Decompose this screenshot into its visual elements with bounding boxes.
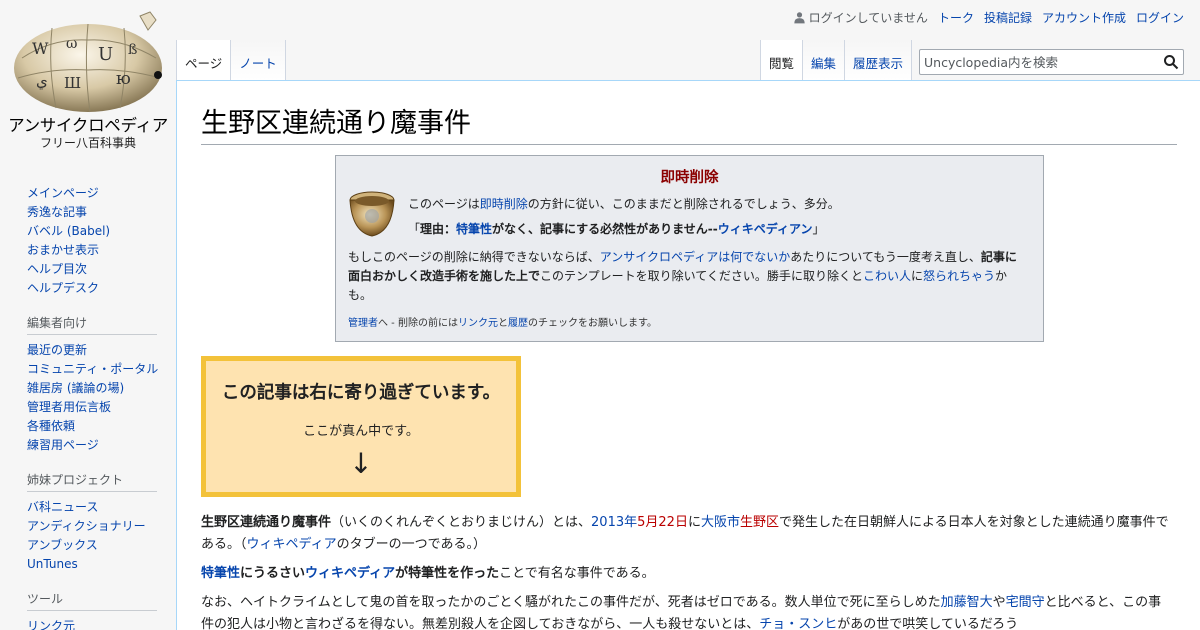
right-leaning-notice: この記事は右に寄り過ぎています。 ここが真ん中です。 ↓ xyxy=(201,356,521,497)
osaka-link[interactable]: 大阪市 xyxy=(701,515,740,530)
svg-text:ي: ي xyxy=(36,72,48,90)
sidebar-item-help-desk[interactable]: ヘルプデスク xyxy=(27,281,99,295)
sidebar-item-help-contents[interactable]: ヘルプ目次 xyxy=(27,262,87,276)
sidebar: メインページ 秀逸な記事 バベル (Babel) おまかせ表示 ヘルプ目次 ヘル… xyxy=(0,176,176,630)
puzzle-globe-logo: W ω U ß ю Ш ي xyxy=(14,11,162,113)
sidebar-item-random[interactable]: おまかせ表示 xyxy=(27,243,99,257)
contributions-link[interactable]: 投稿記録 xyxy=(984,9,1032,26)
tab-edit[interactable]: 編集 xyxy=(803,40,846,80)
sidebar-item-recent-changes[interactable]: 最近の更新 xyxy=(27,343,87,357)
svg-text:U: U xyxy=(98,44,113,65)
deletion-title: 即時削除 xyxy=(660,170,719,186)
year-link[interactable]: 2013年 xyxy=(591,515,637,530)
sidebar-heading-tools: ツール xyxy=(27,590,157,611)
view-tabs: 閲覧 編集 履歴表示 xyxy=(760,40,913,80)
takuma-link[interactable]: 宅間守 xyxy=(1006,595,1045,610)
tab-history[interactable]: 履歴表示 xyxy=(845,40,913,80)
site-logo[interactable]: W ω U ß ю Ш ي アンサイクロペディア フリー八百科事典 xyxy=(0,0,176,160)
wikipedia-link[interactable]: ウィキペディア xyxy=(247,537,337,552)
sidebar-editors: 編集者向け 最近の更新 コミュニティ・ポータル 雑居房 (議論の場) 管理者用伝… xyxy=(0,314,176,455)
tab-page[interactable]: ページ xyxy=(176,40,232,80)
site-tagline: フリー八百科事典 xyxy=(39,136,136,150)
kato-link[interactable]: 加藤智大 xyxy=(941,595,993,610)
notice-title: この記事は右に寄り過ぎています。 xyxy=(221,383,501,403)
sidebar-heading-editors: 編集者向け xyxy=(27,314,157,335)
sidebar-item-what-links-here[interactable]: リンク元 xyxy=(27,619,75,630)
deletion-line-1: このページは即時削除の方針に従い、このままだと削除されるでしょう、多分。 xyxy=(408,197,840,211)
down-arrow-icon: ↓ xyxy=(349,447,373,480)
search-icon[interactable] xyxy=(1163,54,1179,70)
svg-text:Ш: Ш xyxy=(64,74,81,92)
admin-note: 管理者へ - 削除の前にはリンク元と履歴のチェックをお願いします。 xyxy=(348,318,657,329)
sidebar-sister: 姉妹プロジェクト バ科ニュース アンディクショナリー アンブックス UnTune… xyxy=(0,471,176,574)
login-link[interactable]: ログイン xyxy=(1136,9,1184,26)
wikipedia-body-link[interactable]: ウィキペディア xyxy=(305,566,395,581)
sidebar-heading-sister: 姉妹プロジェクト xyxy=(27,471,157,492)
speedy-deletion-box: 即時削除 このページは即時削除の方針に従い、このままだと削除されるでしょう、多分… xyxy=(335,155,1044,342)
cho-seunghui-link[interactable]: チョ・スンヒ xyxy=(759,617,837,630)
sidebar-item-community-portal[interactable]: コミュニティ・ポータル xyxy=(27,362,158,376)
wikipedian-link[interactable]: ウィキペディアン xyxy=(718,222,813,236)
sidebar-item-sandbox[interactable]: 練習用ページ xyxy=(27,438,99,452)
paragraph-comparison: なお、ヘイトクライムとして鬼の首を取ったかのごとく騒がれたこの事件だが、死者はゼ… xyxy=(201,595,1162,630)
history-link[interactable]: 履歴 xyxy=(508,318,528,329)
date-link[interactable]: 5月22日 xyxy=(637,515,688,530)
paragraph-intro: 生野区連続通り魔事件（いくのくれんぞくとおりまじけん）とは、2013年5月22日… xyxy=(201,515,1169,552)
get-scolded-link[interactable]: 怒られちゃう xyxy=(923,269,995,283)
tab-read[interactable]: 閲覧 xyxy=(760,40,804,80)
deletion-line-2: 「理由：特筆性がなく、記事にする必然性がありません--ウィキペディアン」 xyxy=(408,222,825,236)
search-box xyxy=(919,49,1184,75)
notability-body-link[interactable]: 特筆性 xyxy=(201,566,240,581)
sidebar-item-featured[interactable]: 秀逸な記事 xyxy=(27,205,87,219)
ikuno-link[interactable]: 生野区 xyxy=(740,515,779,530)
notability-link[interactable]: 特筆性 xyxy=(456,222,492,236)
svg-text:W: W xyxy=(32,39,49,58)
create-account-link[interactable]: アカウント作成 xyxy=(1042,9,1126,26)
cup-icon xyxy=(349,191,395,237)
speedy-deletion-link[interactable]: 即時削除 xyxy=(480,197,528,211)
sidebar-item-village-pump[interactable]: 雑居房 (議論の場) xyxy=(27,381,124,395)
sidebar-item-untunes[interactable]: UnTunes xyxy=(27,557,78,571)
scary-people-link[interactable]: こわい人 xyxy=(863,269,911,283)
talk-link[interactable]: トーク xyxy=(938,9,974,26)
deletion-paragraph: もしこのページの削除に納得できないならば、アンサイクロペディアは何でないかあたり… xyxy=(348,250,1017,302)
page-title: 生野区連続通り魔事件 xyxy=(201,101,1177,145)
sidebar-item-unnews[interactable]: バ科ニュース xyxy=(27,500,98,514)
sidebar-nav: メインページ 秀逸な記事 バベル (Babel) おまかせ表示 ヘルプ目次 ヘル… xyxy=(0,184,176,298)
sidebar-item-main-page[interactable]: メインページ xyxy=(27,186,99,200)
tab-talk[interactable]: ノート xyxy=(231,40,286,80)
sidebar-item-babel[interactable]: バベル (Babel) xyxy=(27,224,110,238)
what-uncyclopedia-is-not-link[interactable]: アンサイクロペディアは何でないか xyxy=(600,250,790,264)
sidebar-item-admin-noticeboard[interactable]: 管理者用伝言板 xyxy=(27,400,111,414)
paragraph-notability: 特筆性にうるさいウィキペディアが特筆性を作ったことで有名な事件である。 xyxy=(201,566,655,581)
site-name: アンサイクロペディア xyxy=(8,116,168,135)
admin-link[interactable]: 管理者 xyxy=(348,318,378,329)
svg-text:ß: ß xyxy=(128,42,137,58)
svg-text:ю: ю xyxy=(116,69,131,89)
sidebar-tools: ツール リンク元 xyxy=(0,590,176,630)
svg-text:ω: ω xyxy=(66,36,77,52)
sidebar-item-undictionary[interactable]: アンディクショナリー xyxy=(27,519,146,533)
content-area: 生野区連続通り魔事件 即時削除 このページは即時削除の方針に従い、このままだと削… xyxy=(176,80,1200,630)
whatlinkshere-link[interactable]: リンク元 xyxy=(458,318,498,329)
sidebar-item-requests[interactable]: 各種依頼 xyxy=(27,419,75,433)
namespace-tabs: ページ ノート xyxy=(176,40,286,80)
sidebar-item-unbooks[interactable]: アンブックス xyxy=(27,538,98,552)
user-icon xyxy=(793,12,805,24)
search-input[interactable] xyxy=(920,50,1150,74)
notice-subtitle: ここが真ん中です。 xyxy=(303,424,419,439)
not-logged-in: ログインしていません xyxy=(793,9,928,26)
personal-tools: ログインしていません トーク 投稿記録 アカウント作成 ログイン xyxy=(793,9,1184,26)
